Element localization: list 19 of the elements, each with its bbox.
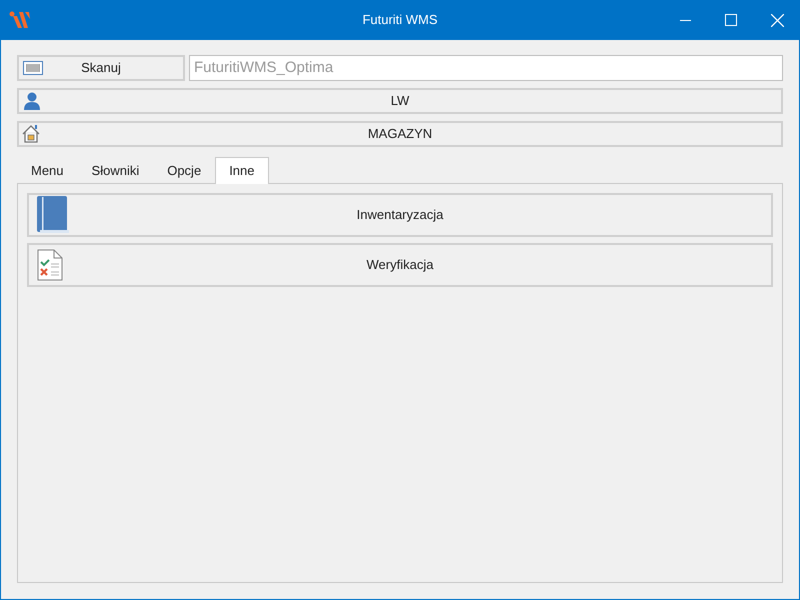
tab[interactable]: Opcje <box>153 158 216 183</box>
window-title: Futuriti WMS <box>361 11 439 30</box>
house-icon <box>21 124 41 144</box>
warehouse-button[interactable]: MAGAZYN <box>17 121 783 147</box>
scan-field[interactable]: FuturitiWMS_Optima <box>189 55 783 81</box>
tab[interactable]: Słowniki <box>78 158 154 183</box>
action-button[interactable]: Inwentaryzacja <box>27 193 773 237</box>
tab[interactable]: Inne <box>215 157 268 184</box>
barcode-icon <box>23 61 43 75</box>
checklist-icon <box>37 249 63 281</box>
person-icon <box>23 92 41 110</box>
logo-icon <box>9 11 31 29</box>
scan-button[interactable]: Skanuj <box>17 55 185 81</box>
action-button[interactable]: Weryfikacja <box>27 243 773 287</box>
close-icon <box>770 14 784 26</box>
maximize-icon <box>725 14 737 26</box>
tab[interactable]: Menu <box>17 158 78 183</box>
user-button[interactable]: LW <box>17 88 783 114</box>
book-icon <box>37 196 69 234</box>
